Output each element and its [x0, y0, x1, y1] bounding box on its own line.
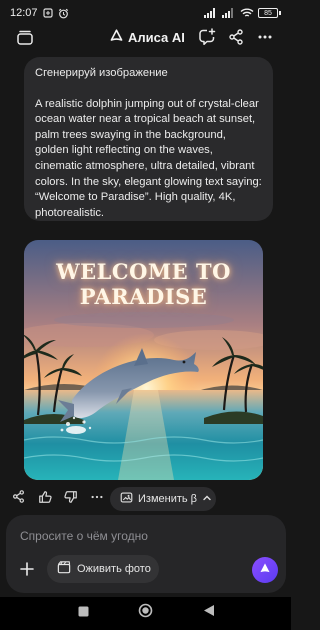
- system-nav-bar: [0, 597, 291, 630]
- status-bar: 12:07 85: [0, 0, 291, 26]
- user-message-bubble[interactable]: Сгенерируй изображение A realistic dolph…: [24, 57, 273, 221]
- edit-image-button[interactable]: Изменить β: [110, 487, 216, 511]
- new-chat-button[interactable]: [196, 27, 218, 51]
- circle-icon: [138, 603, 153, 623]
- battery-level: 85: [258, 8, 278, 18]
- status-time: 12:07: [10, 7, 38, 19]
- message-actions: Изменить β: [0, 487, 291, 511]
- chevron-up-icon: [202, 493, 212, 506]
- app-title[interactable]: Алиса AI: [110, 29, 185, 45]
- user-message-line-1: Сгенерируй изображение: [35, 67, 168, 79]
- image-title-line-1: WELCOME TO: [56, 259, 231, 284]
- home-button[interactable]: [137, 603, 153, 623]
- alice-logo-icon: [110, 29, 123, 45]
- app-header: Алиса AI: [0, 26, 291, 52]
- more-menu-button[interactable]: [254, 28, 276, 50]
- message-composer: Спросите о чём угодно Оживить фото: [6, 515, 286, 593]
- square-icon: [78, 604, 89, 622]
- alarm-icon: [58, 8, 69, 19]
- alice-logo-icon: [259, 561, 271, 579]
- share-icon: [228, 28, 244, 50]
- image-edit-icon: [120, 491, 133, 507]
- battery-icon: 85: [258, 8, 281, 18]
- more-horizontal-icon: [90, 490, 104, 509]
- generated-image[interactable]: WELCOME TO PARADISE: [24, 240, 263, 480]
- revive-photo-button[interactable]: Оживить фото: [47, 555, 159, 583]
- chats-menu-button[interactable]: [14, 28, 36, 50]
- like-button[interactable]: [37, 490, 53, 509]
- stack-icon: [16, 29, 34, 50]
- edit-image-label: Изменить β: [138, 493, 198, 505]
- signal-icon-2: [222, 8, 236, 18]
- plus-icon: [19, 561, 35, 582]
- alice-voice-button[interactable]: [252, 557, 278, 583]
- attach-button[interactable]: [16, 560, 38, 582]
- thumbs-up-icon: [38, 490, 52, 509]
- dislike-button[interactable]: [63, 490, 79, 509]
- video-clip-icon: [57, 561, 71, 577]
- back-button[interactable]: [201, 605, 217, 621]
- message-input[interactable]: Спросите о чём угодно: [20, 529, 148, 543]
- thumbs-down-icon: [64, 490, 78, 509]
- image-title-line-2: PARADISE: [79, 284, 208, 309]
- triangle-back-icon: [203, 604, 215, 622]
- share-button[interactable]: [225, 28, 247, 50]
- revive-photo-label: Оживить фото: [77, 563, 151, 575]
- user-message-line-2: A realistic dolphin jumping out of cryst…: [35, 97, 262, 219]
- recent-apps-button[interactable]: [75, 605, 91, 621]
- more-actions-button[interactable]: [89, 491, 105, 507]
- new-chat-icon: [198, 27, 216, 51]
- notification-icon: [42, 8, 53, 18]
- share-message-button[interactable]: [10, 490, 26, 508]
- signal-icon: [204, 8, 218, 18]
- share-icon: [12, 490, 25, 508]
- more-horizontal-icon: [257, 29, 273, 50]
- app-title-text: Алиса AI: [128, 29, 185, 45]
- wifi-icon: [240, 8, 254, 18]
